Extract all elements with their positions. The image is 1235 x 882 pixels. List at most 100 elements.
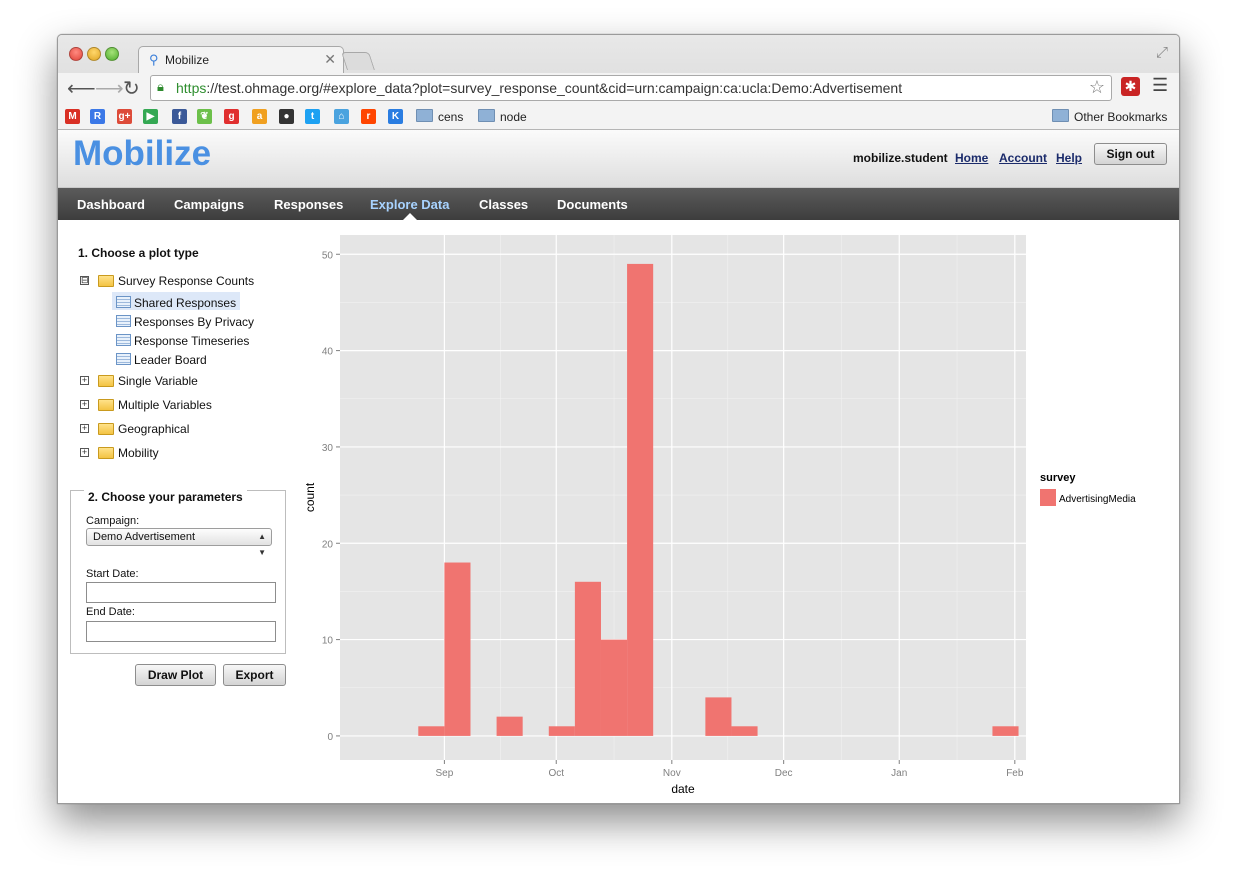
expand-toggle-icon[interactable]: + <box>80 376 89 385</box>
tree-mobility[interactable]: Mobility <box>118 446 159 460</box>
export-button[interactable]: Export <box>223 664 286 686</box>
tree-responses-by-privacy[interactable]: Responses By Privacy <box>134 315 254 329</box>
campaign-select[interactable]: Demo Advertisement ▲ ▼ <box>86 528 272 557</box>
table-icon <box>116 296 131 308</box>
y-tick-label: 30 <box>322 443 334 454</box>
help-link[interactable]: Help <box>1056 151 1082 165</box>
histogram-bar <box>600 639 628 736</box>
tree-response-timeseries[interactable]: Response Timeseries <box>134 334 249 348</box>
collapse-toggle-icon[interactable]: ⊟ <box>80 276 89 285</box>
url-text[interactable]: https://test.ohmage.org/#explore_data?pl… <box>176 80 902 96</box>
play-store-icon[interactable]: ▶ <box>143 109 158 124</box>
x-tick-label: Sep <box>435 768 453 779</box>
expand-toggle-icon[interactable]: + <box>80 448 89 457</box>
tree-multiple-variables[interactable]: Multiple Variables <box>118 398 212 412</box>
histogram-bar <box>444 562 471 736</box>
browser-window: ⚲ Mobilize ✕ ⤢ ⟵ ⟶ ↻ 🔒︎ https://test.ohm… <box>57 34 1180 804</box>
tree-shared-responses[interactable]: Shared Responses <box>134 296 236 310</box>
bookmark-folder-node[interactable]: node <box>478 109 527 124</box>
amazon-icon[interactable]: a <box>252 109 267 124</box>
draw-plot-button[interactable]: Draw Plot <box>135 664 216 686</box>
extension-icon[interactable]: ✱ <box>1121 77 1140 96</box>
sign-out-button[interactable]: Sign out <box>1094 143 1167 165</box>
nav-responses[interactable]: Responses <box>274 197 343 212</box>
home-icon[interactable]: ⌂ <box>334 109 349 124</box>
tab-title: Mobilize <box>165 53 210 67</box>
histogram-bar <box>496 716 523 736</box>
y-tick-label: 10 <box>322 636 334 647</box>
bookmarks-bar: M Rg+ ▶ f ❦ g a ● t ⌂ r K cens node Other Bookmarks <box>58 105 1179 130</box>
nav-classes[interactable]: Classes <box>479 197 528 212</box>
histogram-bar <box>992 726 1019 736</box>
google-plus-icon[interactable]: g+ <box>117 109 132 124</box>
expand-toggle-icon[interactable]: + <box>80 400 89 409</box>
nav-campaigns[interactable]: Campaigns <box>174 197 244 212</box>
legend-title: survey <box>1040 472 1076 484</box>
reddit-icon[interactable]: r <box>361 109 376 124</box>
address-bar[interactable]: 🔒︎ https://test.ohmage.org/#explore_data… <box>150 75 1112 101</box>
zoom-window-button[interactable] <box>105 47 119 61</box>
reader-icon[interactable]: R <box>90 109 105 124</box>
folder-icon <box>478 109 495 122</box>
campaign-select-value: Demo Advertisement <box>93 531 196 543</box>
menu-icon[interactable]: ☰ <box>1152 75 1168 96</box>
legend-label: AdvertisingMedia <box>1059 494 1136 505</box>
x-tick-label: Jan <box>891 768 907 779</box>
twitter-icon[interactable]: t <box>305 109 320 124</box>
table-icon <box>116 334 131 346</box>
histogram-bar <box>548 726 575 736</box>
reload-icon[interactable]: ↻ <box>123 76 140 101</box>
main-nav: Dashboard Campaigns Responses Explore Da… <box>58 188 1179 220</box>
browser-toolbar: ⟵ ⟶ ↻ 🔒︎ https://test.ohmage.org/#explor… <box>58 73 1179 105</box>
tree-single-variable[interactable]: Single Variable <box>118 374 198 388</box>
select-arrows-icon: ▲ ▼ <box>258 532 266 557</box>
person-icon: ⚲ <box>149 52 159 67</box>
x-tick-label: Feb <box>1006 768 1024 779</box>
close-window-button[interactable] <box>69 47 83 61</box>
end-date-label: End Date: <box>86 606 135 618</box>
g-icon[interactable]: g <box>224 109 239 124</box>
active-nav-caret <box>403 213 417 220</box>
new-tab-button[interactable] <box>341 52 375 70</box>
tree-survey-response-counts[interactable]: Survey Response Counts <box>118 274 254 288</box>
x-tick-label: Oct <box>548 768 564 779</box>
tree-leader-board[interactable]: Leader Board <box>134 353 207 367</box>
username: mobilize.student <box>853 151 948 165</box>
minimize-window-button[interactable] <box>87 47 101 61</box>
browser-tab[interactable]: ⚲ Mobilize ✕ <box>138 46 344 73</box>
bookmark-star-icon[interactable]: ☆ <box>1089 77 1105 98</box>
y-tick-label: 0 <box>327 732 333 743</box>
y-tick-label: 50 <box>322 250 334 261</box>
gmail-icon[interactable]: M <box>65 109 80 124</box>
folder-icon <box>98 375 114 387</box>
nav-explore-data[interactable]: Explore Data <box>370 197 449 212</box>
k-icon[interactable]: K <box>388 109 403 124</box>
lock-icon: 🔒︎ <box>157 79 164 94</box>
mobilize-logo[interactable]: Mobilize <box>73 134 211 174</box>
folder-icon <box>416 109 433 122</box>
home-link[interactable]: Home <box>955 151 988 165</box>
nav-dashboard[interactable]: Dashboard <box>77 197 145 212</box>
other-bookmarks[interactable]: Other Bookmarks <box>1052 109 1167 124</box>
end-date-input[interactable] <box>86 621 276 642</box>
response-count-chart: 0 10 20 30 40 50 Sep Oct Nov Dec Jan Feb date count su… <box>303 235 1136 796</box>
start-date-input[interactable] <box>86 582 276 603</box>
bookmark-folder-cens[interactable]: cens <box>416 109 463 124</box>
back-arrow-icon[interactable]: ⟵ <box>67 76 96 101</box>
histogram-bar <box>418 726 445 736</box>
step2-title: 2. Choose your parameters <box>84 490 247 504</box>
folder-icon <box>98 399 114 411</box>
github-icon[interactable]: ● <box>279 109 294 124</box>
x-axis-title: date <box>671 782 695 796</box>
forward-arrow-icon[interactable]: ⟶ <box>95 76 124 101</box>
account-link[interactable]: Account <box>999 151 1047 165</box>
expand-toggle-icon[interactable]: + <box>80 424 89 433</box>
y-tick-label: 40 <box>322 347 334 358</box>
nav-documents[interactable]: Documents <box>557 197 628 212</box>
step1-title: 1. Choose a plot type <box>78 246 199 260</box>
facebook-icon[interactable]: f <box>172 109 187 124</box>
tree-geographical[interactable]: Geographical <box>118 422 189 436</box>
tab-close-icon[interactable]: ✕ <box>324 51 336 68</box>
leaf-icon[interactable]: ❦ <box>197 109 212 124</box>
fullscreen-icon[interactable]: ⤢ <box>1156 44 1168 61</box>
